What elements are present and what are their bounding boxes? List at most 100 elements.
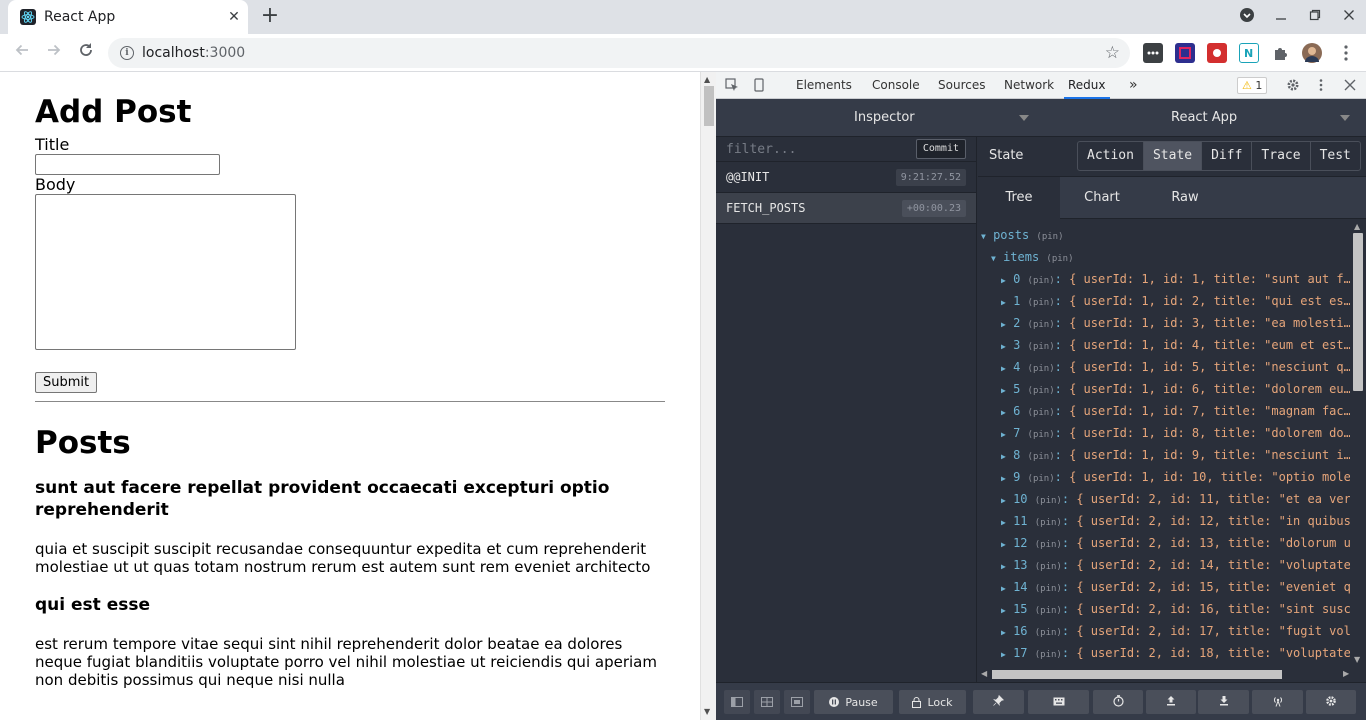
collapsed-arrow-icon[interactable]: ▶ xyxy=(1001,364,1006,373)
tree-vertical-scrollbar[interactable]: ▲ ▼ xyxy=(1350,219,1366,667)
collapsed-arrow-icon[interactable]: ▶ xyxy=(1001,474,1006,483)
pin-link[interactable]: (pin) xyxy=(1035,584,1062,594)
tree-item-row[interactable]: ▶ 2 (pin): { userId: 1, id: 3, title: "e… xyxy=(1001,312,1350,334)
pin-link[interactable]: (pin) xyxy=(1035,540,1062,550)
page-scrollbar[interactable]: ▲ ▼ xyxy=(700,72,716,720)
collapsed-arrow-icon[interactable]: ▶ xyxy=(1001,496,1006,505)
tree-item-row[interactable]: ▶ 12 (pin): { userId: 2, id: 13, title: … xyxy=(1001,532,1350,554)
tab-raw[interactable]: Raw xyxy=(1144,177,1226,219)
collapsed-arrow-icon[interactable]: ▶ xyxy=(1001,562,1006,571)
tree-scroll-thumb[interactable] xyxy=(1353,233,1363,391)
submit-button[interactable]: Submit xyxy=(35,372,98,393)
tab-search-icon[interactable] xyxy=(1230,7,1264,27)
pin-link[interactable]: (pin) xyxy=(1028,298,1055,308)
state-view-button[interactable]: State xyxy=(1143,142,1203,170)
pin-link[interactable]: (pin) xyxy=(1028,408,1055,418)
warning-badge[interactable]: ⚠ 1 xyxy=(1237,77,1268,94)
scroll-down-icon[interactable]: ▼ xyxy=(704,707,710,716)
tree-item-row[interactable]: ▶ 8 (pin): { userId: 1, id: 9, title: "n… xyxy=(1001,444,1350,466)
instance-chevron-down-icon[interactable] xyxy=(1340,115,1350,121)
pin-link[interactable]: (pin) xyxy=(1035,562,1062,572)
filter-input[interactable] xyxy=(716,137,906,162)
extension-dots-icon[interactable] xyxy=(1143,43,1163,63)
pin-link[interactable]: (pin) xyxy=(1035,650,1062,660)
body-textarea[interactable] xyxy=(35,194,296,350)
dock-grid-icon[interactable] xyxy=(754,690,780,714)
pin-link[interactable]: (pin) xyxy=(1028,276,1055,286)
new-tab-button[interactable]: + xyxy=(258,5,282,29)
back-icon[interactable] xyxy=(10,41,34,65)
tree-item-row[interactable]: ▶ 15 (pin): { userId: 2, id: 16, title: … xyxy=(1001,598,1350,620)
bookmark-star-icon[interactable]: ☆ xyxy=(1105,43,1120,63)
extensions-puzzle-icon[interactable] xyxy=(1271,43,1291,63)
tab-sources[interactable]: Sources xyxy=(938,72,985,99)
tree-item-row[interactable]: ▶ 4 (pin): { userId: 1, id: 5, title: "n… xyxy=(1001,356,1350,378)
collapsed-arrow-icon[interactable]: ▶ xyxy=(1001,408,1006,417)
site-info-icon[interactable]: i xyxy=(120,46,134,60)
pin-link[interactable]: (pin) xyxy=(1035,496,1062,506)
collapsed-arrow-icon[interactable]: ▶ xyxy=(1001,430,1006,439)
timer-button[interactable] xyxy=(1093,690,1143,714)
tree-item-row[interactable]: ▶ 9 (pin): { userId: 1, id: 10, title: "… xyxy=(1001,466,1350,488)
tree-horizontal-scrollbar[interactable]: ◀ ▶ xyxy=(978,667,1366,682)
tree-hscroll-thumb[interactable] xyxy=(992,670,1282,679)
tab-elements[interactable]: Elements xyxy=(796,72,852,99)
tree-item-row[interactable]: ▶ 13 (pin): { userId: 2, id: 14, title: … xyxy=(1001,554,1350,576)
trace-view-button[interactable]: Trace xyxy=(1252,142,1311,170)
action-row-init[interactable]: @@INIT 9:21:27.52 xyxy=(716,162,976,193)
monitor-chevron-down-icon[interactable] xyxy=(1019,115,1029,121)
test-view-button[interactable]: Test xyxy=(1311,142,1360,170)
instance-select[interactable]: React App xyxy=(1171,99,1237,137)
remote-connection-button[interactable] xyxy=(1252,690,1303,714)
scroll-up-icon[interactable]: ▲ xyxy=(704,75,710,84)
tab-redux[interactable]: Redux xyxy=(1064,72,1110,99)
tree-node-items[interactable]: ▼ items (pin) xyxy=(991,246,1074,268)
scroll-left-icon[interactable]: ◀ xyxy=(981,669,987,678)
tree-item-row[interactable]: ▶ 6 (pin): { userId: 1, id: 7, title: "m… xyxy=(1001,400,1350,422)
tree-item-row[interactable]: ▶ 0 (pin): { userId: 1, id: 1, title: "s… xyxy=(1001,268,1350,290)
extension-redux-icon[interactable] xyxy=(1175,43,1195,63)
pin-link[interactable]: (pin) xyxy=(1046,254,1073,264)
collapsed-arrow-icon[interactable]: ▶ xyxy=(1001,276,1006,285)
tab-tree[interactable]: Tree xyxy=(978,177,1060,219)
tree-node-posts[interactable]: ▼ posts (pin) xyxy=(981,224,1064,246)
collapsed-arrow-icon[interactable]: ▶ xyxy=(1001,452,1006,461)
pin-link[interactable]: (pin) xyxy=(1028,342,1055,352)
forward-icon[interactable] xyxy=(42,41,66,65)
tab-chart[interactable]: Chart xyxy=(1061,177,1143,219)
close-tab-icon[interactable]: ✕ xyxy=(220,9,248,25)
tree-item-row[interactable]: ▶ 1 (pin): { userId: 1, id: 2, title: "q… xyxy=(1001,290,1350,312)
device-toolbar-icon[interactable] xyxy=(752,78,766,92)
tree-item-row[interactable]: ▶ 17 (pin): { userId: 2, id: 18, title: … xyxy=(1001,642,1350,664)
diff-view-button[interactable]: Diff xyxy=(1202,142,1253,170)
browser-tab-react-app[interactable]: React App ✕ xyxy=(8,0,248,34)
lock-button[interactable]: Lock xyxy=(899,690,966,714)
collapsed-arrow-icon[interactable]: ▶ xyxy=(1001,342,1006,351)
collapsed-arrow-icon[interactable]: ▶ xyxy=(1001,518,1006,527)
collapsed-arrow-icon[interactable]: ▶ xyxy=(1001,606,1006,615)
tree-item-row[interactable]: ▶ 5 (pin): { userId: 1, id: 6, title: "d… xyxy=(1001,378,1350,400)
monitor-select[interactable]: Inspector xyxy=(854,99,915,137)
pin-link[interactable]: (pin) xyxy=(1035,518,1062,528)
page-scroll-thumb[interactable] xyxy=(704,86,714,126)
action-view-button[interactable]: Action xyxy=(1078,142,1144,170)
tree-item-row[interactable]: ▶ 14 (pin): { userId: 2, id: 15, title: … xyxy=(1001,576,1350,598)
extension-n-icon[interactable]: N xyxy=(1239,43,1259,63)
tab-network[interactable]: Network xyxy=(1004,72,1054,99)
tree-item-row[interactable]: ▶ 7 (pin): { userId: 1, id: 8, title: "d… xyxy=(1001,422,1350,444)
tree-item-row[interactable]: ▶ 11 (pin): { userId: 2, id: 12, title: … xyxy=(1001,510,1350,532)
pin-link[interactable]: (pin) xyxy=(1036,232,1063,242)
pause-button[interactable]: Pause xyxy=(814,690,893,714)
scroll-down-icon[interactable]: ▼ xyxy=(1354,655,1360,664)
tree-item-row[interactable]: ▶ 16 (pin): { userId: 2, id: 17, title: … xyxy=(1001,620,1350,642)
profile-avatar[interactable] xyxy=(1302,43,1322,63)
pin-link[interactable]: (pin) xyxy=(1028,430,1055,440)
dock-left-icon[interactable] xyxy=(724,690,750,714)
collapsed-arrow-icon[interactable]: ▶ xyxy=(1001,540,1006,549)
tree-item-row[interactable]: ▶ 10 (pin): { userId: 2, id: 11, title: … xyxy=(1001,488,1350,510)
dock-bottom-icon[interactable] xyxy=(784,690,810,714)
keyboard-shortcuts-button[interactable] xyxy=(1028,690,1089,714)
minimize-icon[interactable] xyxy=(1264,9,1298,25)
more-tabs-icon[interactable]: » xyxy=(1129,72,1138,99)
browser-menu-icon[interactable] xyxy=(1336,43,1356,63)
